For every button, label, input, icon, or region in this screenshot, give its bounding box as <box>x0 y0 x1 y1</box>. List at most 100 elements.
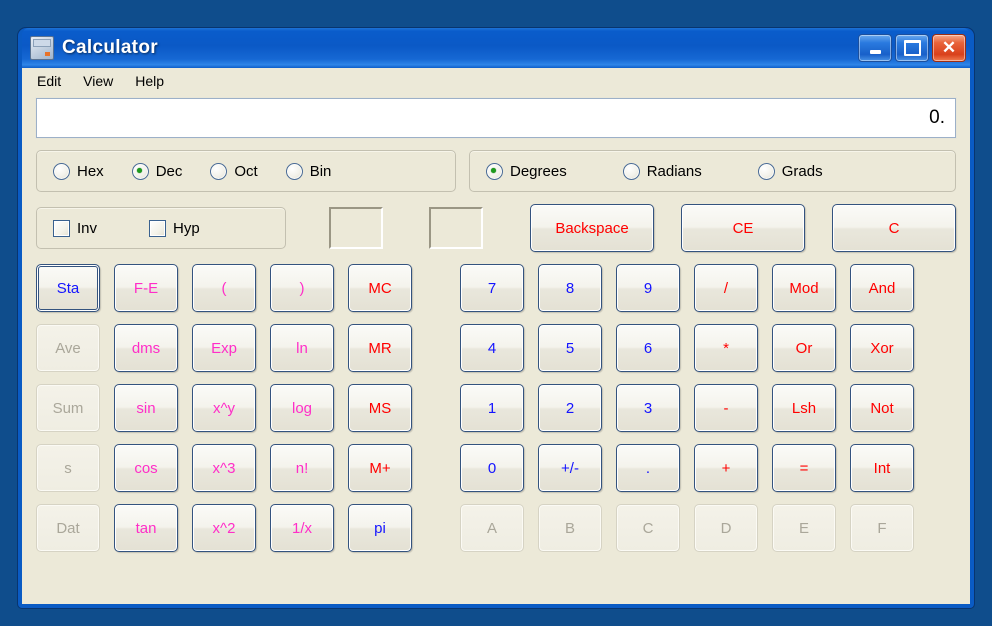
memory-button-mc[interactable]: MC <box>348 264 412 312</box>
key-decimal-point[interactable]: . <box>616 444 680 492</box>
checkbox-inv-icon <box>53 219 70 237</box>
func-button-tan[interactable]: tan <box>114 504 178 552</box>
radio-degrees-label: Degrees <box>510 162 567 180</box>
window-title: Calculator <box>62 37 158 58</box>
menu-item-view[interactable]: View <box>74 70 122 92</box>
func-button-reciprocal[interactable]: 1/x <box>270 504 334 552</box>
display-value: 0. <box>929 107 945 128</box>
memory-button-ms[interactable]: MS <box>348 384 412 432</box>
maximize-button[interactable] <box>895 34 929 62</box>
key-9[interactable]: 9 <box>616 264 680 312</box>
checkbox-inv-label: Inv <box>77 219 98 237</box>
func-button-x-squared[interactable]: x^2 <box>192 504 256 552</box>
checkbox-hyp[interactable]: Hyp <box>149 219 200 237</box>
func-button-close-paren[interactable]: ) <box>270 264 334 312</box>
number-base-group: Hex Dec Oct Bin <box>36 150 456 192</box>
key-and[interactable]: And <box>850 264 914 312</box>
status-indicator-1 <box>329 207 383 249</box>
key-0[interactable]: 0 <box>460 444 524 492</box>
func-button-x-pow-y[interactable]: x^y <box>192 384 256 432</box>
close-button[interactable]: ✕ <box>932 34 966 62</box>
key-or[interactable]: Or <box>772 324 836 372</box>
clear-entry-button[interactable]: CE <box>681 204 805 252</box>
key-2[interactable]: 2 <box>538 384 602 432</box>
radio-radians-label: Radians <box>646 162 702 180</box>
key-7[interactable]: 7 <box>460 264 524 312</box>
radio-dec-icon <box>131 162 149 180</box>
key-3[interactable]: 3 <box>616 384 680 432</box>
key-8[interactable]: 8 <box>538 264 602 312</box>
key-divide[interactable]: / <box>694 264 758 312</box>
display-field[interactable]: 0. <box>36 98 956 138</box>
radio-bin-label: Bin <box>309 162 332 180</box>
key-6[interactable]: 6 <box>616 324 680 372</box>
func-button-fe[interactable]: F-E <box>114 264 178 312</box>
radio-grads[interactable]: Grads <box>757 162 823 180</box>
key-equals[interactable]: = <box>772 444 836 492</box>
minimize-icon <box>869 50 881 54</box>
radio-degrees[interactable]: Degrees <box>486 162 567 180</box>
key-sign-toggle[interactable]: +/- <box>538 444 602 492</box>
key-hex-a: A <box>460 504 524 552</box>
key-add[interactable]: + <box>694 444 758 492</box>
key-hex-e: E <box>772 504 836 552</box>
radio-dec[interactable]: Dec <box>131 162 183 180</box>
key-5[interactable]: 5 <box>538 324 602 372</box>
radio-radians-icon <box>622 162 640 180</box>
func-button-factorial[interactable]: n! <box>270 444 334 492</box>
key-1[interactable]: 1 <box>460 384 524 432</box>
maximize-icon <box>903 40 921 56</box>
radio-oct-icon <box>210 162 228 180</box>
menu-item-help[interactable]: Help <box>126 70 173 92</box>
radio-degrees-icon <box>486 162 503 180</box>
key-multiply[interactable]: * <box>694 324 758 372</box>
key-4[interactable]: 4 <box>460 324 524 372</box>
func-button-log[interactable]: log <box>270 384 334 432</box>
key-xor[interactable]: Xor <box>850 324 914 372</box>
func-button-exp[interactable]: Exp <box>192 324 256 372</box>
stat-button-s: s <box>36 444 100 492</box>
checkbox-inv[interactable]: Inv <box>53 219 98 237</box>
func-button-ln[interactable]: ln <box>270 324 334 372</box>
memory-button-m-plus[interactable]: M+ <box>348 444 412 492</box>
menu-item-edit[interactable]: Edit <box>28 70 70 92</box>
radio-hex-label: Hex <box>77 162 104 180</box>
key-hex-b: B <box>538 504 602 552</box>
memory-button-mr[interactable]: MR <box>348 324 412 372</box>
radio-grads-label: Grads <box>781 162 823 180</box>
radio-radians[interactable]: Radians <box>622 162 702 180</box>
key-subtract[interactable]: - <box>694 384 758 432</box>
clear-button[interactable]: C <box>832 204 956 252</box>
func-button-dms[interactable]: dms <box>114 324 178 372</box>
calculator-icon <box>30 36 54 60</box>
stat-button-sta[interactable]: Sta <box>36 264 100 312</box>
client-area: Edit View Help 0. Hex Dec Oct Bin Degree… <box>22 68 970 604</box>
radio-bin[interactable]: Bin <box>285 162 332 180</box>
backspace-button[interactable]: Backspace <box>530 204 654 252</box>
key-lsh[interactable]: Lsh <box>772 384 836 432</box>
minimize-button[interactable] <box>858 34 892 62</box>
radio-dec-label: Dec <box>155 162 183 180</box>
key-hex-f: F <box>850 504 914 552</box>
func-button-open-paren[interactable]: ( <box>192 264 256 312</box>
desktop-background: Calculator ✕ Edit View Help 0. Hex Dec O… <box>0 0 992 626</box>
stat-button-sum: Sum <box>36 384 100 432</box>
calculator-window: Calculator ✕ Edit View Help 0. Hex Dec O… <box>18 28 974 608</box>
stat-button-ave: Ave <box>36 324 100 372</box>
radio-oct[interactable]: Oct <box>210 162 258 180</box>
keypad-row: Sum sin x^y log MS 1 2 3 - Lsh Not <box>36 384 956 432</box>
window-controls: ✕ <box>858 34 966 62</box>
key-int[interactable]: Int <box>850 444 914 492</box>
keypad-row: Ave dms Exp ln MR 4 5 6 * Or Xor <box>36 324 956 372</box>
constant-button-pi[interactable]: pi <box>348 504 412 552</box>
modifier-group: Inv Hyp <box>36 207 286 249</box>
key-not[interactable]: Not <box>850 384 914 432</box>
func-button-cos[interactable]: cos <box>114 444 178 492</box>
radio-hex[interactable]: Hex <box>53 162 104 180</box>
func-button-sin[interactable]: sin <box>114 384 178 432</box>
keypad: Sta F-E ( ) MC 7 8 9 / Mod And Ave dms E <box>22 264 970 552</box>
radio-hex-icon <box>53 162 70 180</box>
key-mod[interactable]: Mod <box>772 264 836 312</box>
keypad-row: Sta F-E ( ) MC 7 8 9 / Mod And <box>36 264 956 312</box>
func-button-x-cubed[interactable]: x^3 <box>192 444 256 492</box>
